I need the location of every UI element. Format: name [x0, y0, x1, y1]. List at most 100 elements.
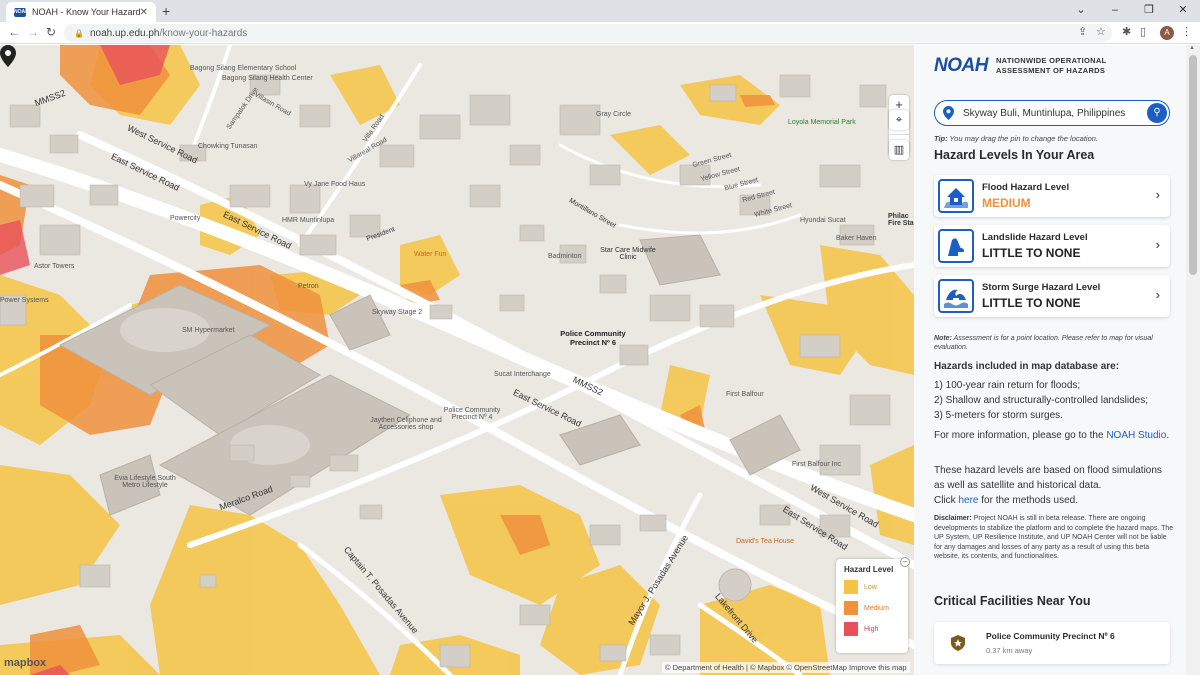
chevron-right-icon: ›: [1155, 237, 1160, 252]
legend-collapse-button[interactable]: –: [900, 557, 910, 567]
map-area-label: David's Tea House: [736, 538, 795, 545]
url-host: noah.up.edu.ph: [89, 27, 160, 39]
storm-surge-hazard-card[interactable]: Storm Surge Hazard Level LITTLE TO NONE …: [934, 275, 1170, 317]
hazard-map[interactable]: Bagong Silang Elementary School Bagong S…: [0, 45, 914, 675]
map-canvas: [0, 45, 914, 675]
storm-surge-hazard-level: LITTLE TO NONE: [982, 296, 1081, 310]
methods-text: Click here for the methods used.: [934, 493, 1174, 508]
profile-avatar[interactable]: A: [1160, 26, 1174, 40]
close-window-icon[interactable]: ✕: [1166, 0, 1200, 22]
chevron-down-icon[interactable]: ⌄: [1064, 0, 1098, 22]
drag-tip: Tip: You may drag the pin to change the …: [934, 134, 1098, 143]
browser-tab[interactable]: NOAH NOAH - Know Your Hazards ✕: [6, 2, 156, 22]
basemap-button[interactable]: ▥: [889, 140, 909, 160]
map-attribution[interactable]: © Department of Health | © Mapbox © Open…: [662, 662, 910, 673]
map-area-label: Power Systems: [0, 297, 49, 304]
logo-subtitle: NATIONWIDE OPERATIONAL ASSESSMENT OF HAZ…: [996, 56, 1106, 76]
share-icon[interactable]: ⇪: [1078, 25, 1087, 38]
forward-icon[interactable]: →: [27, 25, 39, 39]
legend-label: Low: [864, 583, 877, 591]
search-button[interactable]: ⚲: [1147, 103, 1167, 123]
address-bar: ← → ↻ 🔒 noah.up.edu.ph/know-your-hazards…: [0, 22, 1200, 44]
location-search-input[interactable]: [963, 107, 1143, 119]
facility-name: Police Community Precinct Nº 6: [986, 631, 1115, 641]
included-heading: Hazards included in map database are:: [934, 361, 1120, 372]
simulation-text: These hazard levels are based on flood s…: [934, 465, 1162, 491]
included-list: 1) 100-year rain return for floods; 2) S…: [934, 378, 1174, 423]
location-search: ⚲: [934, 100, 1170, 126]
facility-distance: 0.37 km away: [986, 646, 1033, 655]
landslide-icon: [938, 229, 974, 263]
geolocate-button[interactable]: ⌖: [889, 110, 909, 130]
noah-favicon: NOAH: [14, 7, 29, 17]
map-area-label: Baker Haven: [836, 235, 877, 242]
crosshair-icon: ⌖: [895, 114, 903, 126]
back-icon[interactable]: ←: [8, 25, 20, 39]
storm-surge-hazard-label: Storm Surge Hazard Level: [982, 282, 1101, 293]
included-item-storm-surges: 3) 5-meters for storm surges.: [934, 410, 1063, 421]
map-area-label: Petron: [298, 283, 319, 290]
more-info-text: For more information, please go to the N…: [934, 428, 1174, 443]
info-pre: For more information, please go to the: [934, 430, 1107, 441]
police-badge-icon: [951, 635, 965, 651]
map-area-label: Gray Circle: [596, 111, 632, 118]
facility-card[interactable]: Police Community Precinct Nº 6 0.37 km a…: [934, 622, 1170, 664]
landslide-hazard-level: LITTLE TO NONE: [982, 246, 1081, 260]
legend-item: High: [844, 622, 900, 636]
tab-title: NOAH - Know Your Hazards: [32, 7, 140, 17]
note-text: Assessment is for a point location. Plea…: [934, 335, 1153, 351]
noah-logo[interactable]: NOAH NATIONWIDE OPERATIONAL ASSESSMENT O…: [934, 55, 1106, 77]
legend-item: Medium: [844, 601, 900, 615]
extensions-icon[interactable]: ✱: [1122, 25, 1131, 38]
landslide-hazard-card[interactable]: Landslide Hazard Level LITTLE TO NONE ›: [934, 225, 1170, 267]
map-area-label: Chowking Tunasan: [198, 143, 258, 150]
disclaimer: Disclaimer: Project NOAH is still in bet…: [934, 514, 1174, 562]
flood-hazard-card[interactable]: Flood Hazard Level MEDIUM ›: [934, 175, 1170, 217]
sidebar-scrollbar[interactable]: ▲: [1186, 45, 1200, 675]
map-area-label: Evia Lifestyle South Metro Lifestyle: [114, 475, 176, 489]
flood-icon: [938, 179, 974, 213]
precinct-6-label: Police Community Precinct Nº 6: [560, 329, 626, 347]
mapbox-logo[interactable]: mapbox: [4, 657, 46, 669]
flood-hazard-level: MEDIUM: [982, 196, 1031, 210]
new-tab-icon[interactable]: +: [162, 3, 170, 19]
url-path: /know-your-hazards: [159, 27, 248, 39]
included-item-floods: 1) 100-year rain return for floods;: [934, 380, 1081, 391]
sidebar-panel-icon[interactable]: ▯: [1140, 25, 1146, 38]
chevron-right-icon: ›: [1155, 187, 1160, 202]
star-icon[interactable]: ☆: [1096, 25, 1106, 38]
noah-studio-link[interactable]: NOAH Studio: [1106, 430, 1166, 441]
map-area-label: Vy Jane Food Haus: [304, 181, 366, 188]
map-area-label: Sucat Interchange: [494, 371, 551, 378]
flood-hazard-label: Flood Hazard Level: [982, 182, 1070, 193]
menu-kebab-icon[interactable]: ⋮: [1181, 25, 1192, 38]
hazard-legend: Hazard Level Low Medium High: [836, 559, 908, 653]
legend-swatch-high: [844, 622, 858, 636]
legend-title: Hazard Level: [844, 565, 894, 574]
map-area-label: Police Community Precinct Nº 4: [443, 407, 501, 421]
map-area-label: SM Hypermarket: [182, 327, 235, 334]
methods-link[interactable]: here: [958, 495, 978, 506]
url-field[interactable]: 🔒 noah.up.edu.ph/know-your-hazards: [64, 24, 1112, 42]
storm-surge-icon: [938, 279, 974, 313]
location-pin-icon[interactable]: [0, 45, 16, 67]
map-area-label: First Balfour: [726, 391, 764, 398]
location-marker-icon: [943, 106, 954, 120]
tip-text: You may drag the pin to change the locat…: [947, 134, 1098, 143]
legend-swatch-low: [844, 580, 858, 594]
map-area-label: Badminton: [548, 253, 582, 260]
scroll-thumb[interactable]: [1189, 55, 1197, 275]
tip-label: Tip:: [934, 134, 948, 143]
landslide-hazard-label: Landslide Hazard Level: [982, 232, 1088, 243]
hazard-sidebar: NOAH NATIONWIDE OPERATIONAL ASSESSMENT O…: [914, 45, 1186, 675]
minimize-icon[interactable]: –: [1098, 0, 1132, 22]
scroll-up-icon[interactable]: ▲: [1189, 45, 1195, 51]
click-pre: Click: [934, 495, 959, 506]
note-label: Note:: [934, 335, 952, 342]
map-icon: ▥: [893, 144, 905, 156]
reload-icon[interactable]: ↻: [46, 25, 56, 39]
close-tab-icon[interactable]: ✕: [140, 7, 148, 18]
map-area-label: Bagong Silang Elementary School: [190, 65, 297, 72]
maximize-icon[interactable]: ❐: [1132, 0, 1166, 22]
map-area-label: Water Fun: [414, 251, 447, 258]
